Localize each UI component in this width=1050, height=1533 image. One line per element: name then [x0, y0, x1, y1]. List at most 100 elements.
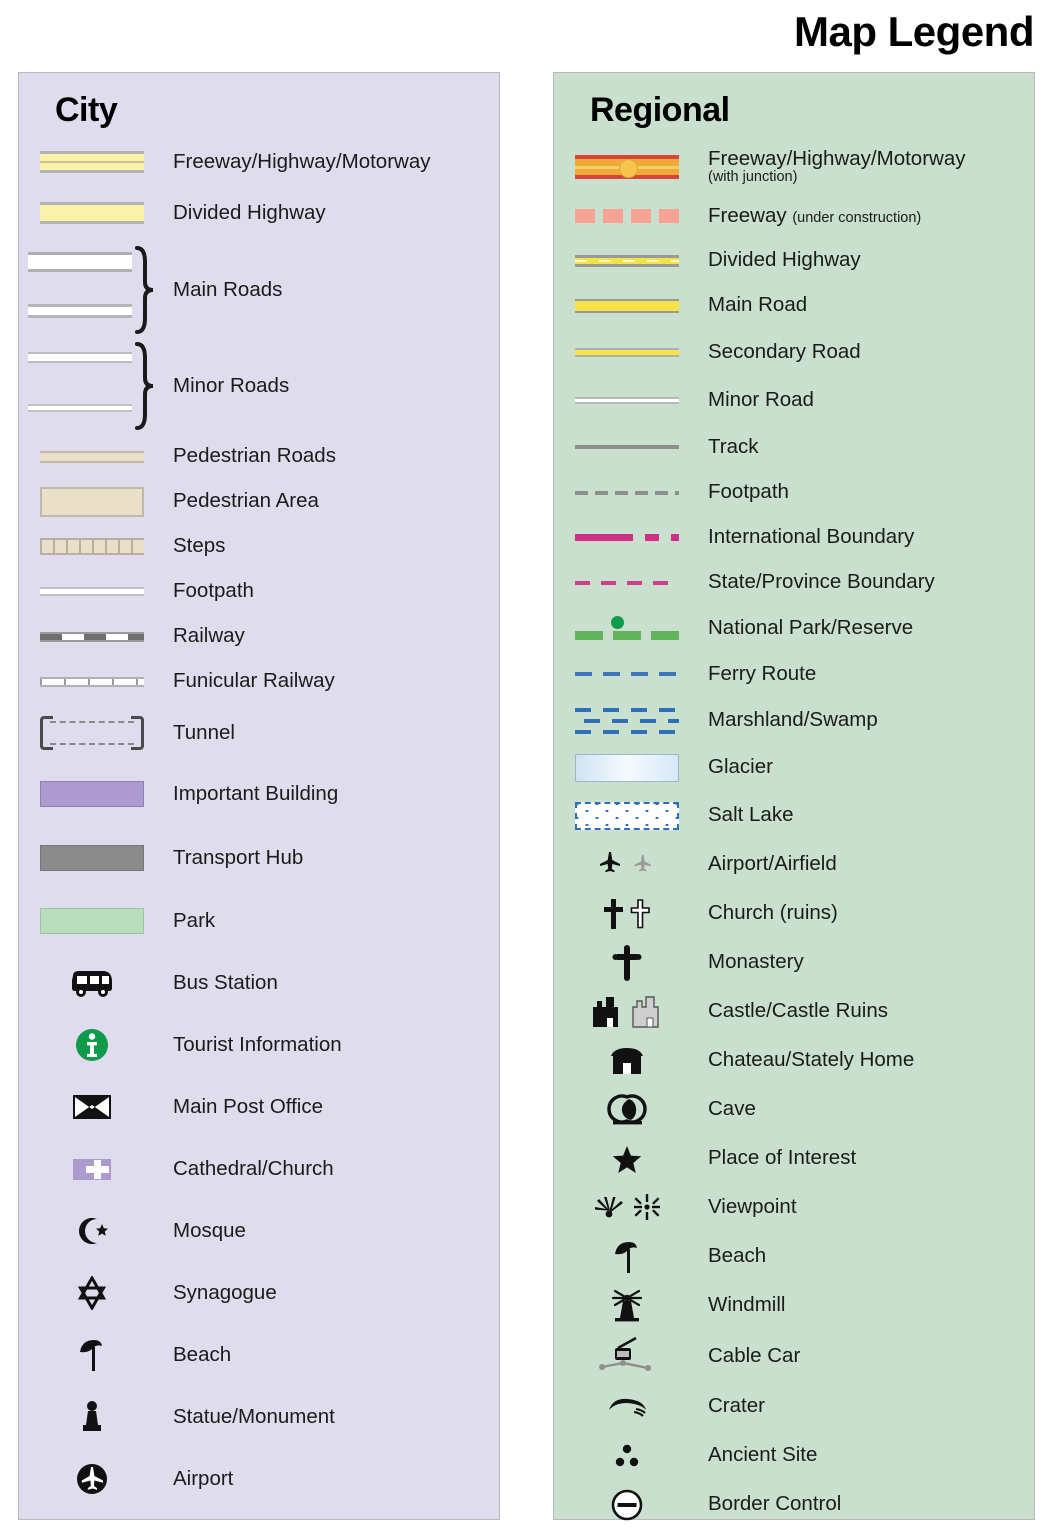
legend-item-freeway[interactable]: Freeway/Highway/Motorway [19, 140, 499, 184]
cable-car-icon [554, 1336, 700, 1376]
legend-item-pedestrian-roads[interactable]: Pedestrian Roads [19, 434, 499, 479]
legend-item-railway[interactable]: Railway [19, 614, 499, 659]
legend-label: Ancient Site [708, 1443, 818, 1467]
legend-item-ferry-route[interactable]: Ferry Route [554, 651, 1034, 697]
legend-item-mosque[interactable]: Mosque [19, 1200, 499, 1262]
main-roads-swatch-brace [19, 242, 165, 338]
legend-item-national-park[interactable]: National Park/Reserve [554, 605, 1034, 651]
legend-label: Divided Highway [708, 248, 861, 272]
legend-item-cave[interactable]: Cave [554, 1085, 1034, 1134]
legend-label-sub: (with junction) [708, 169, 798, 186]
legend-item-main-roads[interactable]: Main Roads [19, 242, 499, 338]
legend-label: Chateau/Stately Home [708, 1048, 915, 1072]
legend-label: Place of Interest [708, 1146, 857, 1170]
cross-block-icon [19, 1156, 165, 1182]
tunnel-swatch [19, 716, 165, 750]
legend-label: Mosque [173, 1218, 246, 1242]
monastery-cross-icon [554, 944, 700, 981]
legend-item-steps[interactable]: Steps [19, 524, 499, 569]
legend-item-regional-footpath[interactable]: Footpath [554, 470, 1034, 515]
national-park-swatch [554, 616, 700, 640]
star-icon [554, 1143, 700, 1175]
legend-item-salt-lake[interactable]: Salt Lake [554, 791, 1034, 840]
legend-item-freeway-junction[interactable]: Freeway/Highway/Motorway (with junction) [554, 140, 1034, 194]
legend-item-freeway-under-construction[interactable]: Freeway (under construction) [554, 194, 1034, 238]
legend-item-place-of-interest[interactable]: Place of Interest [554, 1134, 1034, 1183]
legend-item-state-boundary[interactable]: State/Province Boundary [554, 560, 1034, 605]
legend-label: Castle/Castle Ruins [708, 999, 889, 1023]
legend-item-monastery[interactable]: Monastery [554, 938, 1034, 987]
important-building-swatch [19, 781, 165, 807]
legend-item-main-road[interactable]: Main Road [554, 283, 1034, 328]
footpath-swatch [19, 587, 165, 596]
legend-label: Beach [173, 1342, 232, 1366]
castle-pair-icon [554, 995, 700, 1029]
legend-item-footpath[interactable]: Footpath [19, 569, 499, 614]
legend-item-international-boundary[interactable]: International Boundary [554, 515, 1034, 560]
legend-item-airport-airfield[interactable]: Airport/Airfield [554, 840, 1034, 889]
legend-item-cable-car[interactable]: Cable Car [554, 1330, 1034, 1382]
legend-item-ancient-site[interactable]: Ancient Site [554, 1431, 1034, 1480]
legend-item-minor-road[interactable]: Minor Road [554, 376, 1034, 424]
legend-item-statue-monument[interactable]: Statue/Monument [19, 1386, 499, 1448]
legend-item-beach[interactable]: Beach [19, 1324, 499, 1386]
star-of-david-icon [19, 1276, 165, 1310]
windmill-icon [554, 1288, 700, 1324]
legend-item-tunnel[interactable]: Tunnel [19, 704, 499, 762]
marshland-swatch [554, 706, 700, 736]
legend-item-border-control[interactable]: Border Control [554, 1480, 1034, 1529]
crescent-star-icon [19, 1215, 165, 1247]
legend-label: Crater [708, 1394, 765, 1418]
legend-label: Minor Road [708, 387, 814, 411]
legend-item-viewpoint[interactable]: Viewpoint [554, 1183, 1034, 1232]
transport-hub-swatch [19, 845, 165, 871]
legend-label: Monastery [708, 950, 804, 974]
legend-item-park[interactable]: Park [19, 890, 499, 952]
legend-item-important-building[interactable]: Important Building [19, 762, 499, 826]
legend-label: Important Building [173, 781, 339, 805]
legend-item-secondary-road[interactable]: Secondary Road [554, 328, 1034, 376]
legend-item-church-ruins[interactable]: Church (ruins) [554, 889, 1034, 938]
legend-item-track[interactable]: Track [554, 424, 1034, 470]
regional-legend-rows: Freeway/Highway/Motorway (with junction)… [554, 140, 1034, 1529]
legend-label: Synagogue [173, 1280, 277, 1304]
legend-item-minor-roads[interactable]: Minor Roads [19, 338, 499, 434]
legend-item-transport-hub[interactable]: Transport Hub [19, 826, 499, 890]
cave-icon [554, 1093, 700, 1126]
legend-item-funicular-railway[interactable]: Funicular Railway [19, 659, 499, 704]
statue-icon [19, 1399, 165, 1435]
legend-label: Cathedral/Church [173, 1156, 334, 1180]
legend-label: Airport/Airfield [708, 852, 837, 876]
legend-item-regional-divided-highway[interactable]: Divided Highway [554, 238, 1034, 283]
legend-item-regional-beach[interactable]: Beach [554, 1232, 1034, 1281]
airplane-circle-icon [19, 1461, 165, 1497]
legend-item-synagogue[interactable]: Synagogue [19, 1262, 499, 1324]
legend-label-inline: (under construction) [792, 209, 922, 226]
legend-item-castle-ruins[interactable]: Castle/Castle Ruins [554, 987, 1034, 1036]
pedestrian-road-swatch [19, 450, 165, 463]
minor-roads-swatch-brace [19, 338, 165, 434]
parasol-icon [554, 1239, 700, 1275]
legend-item-pedestrian-area[interactable]: Pedestrian Area [19, 479, 499, 524]
legend-label: Cable Car [708, 1343, 801, 1367]
legend-label: Cave [708, 1097, 756, 1121]
legend-item-divided-highway[interactable]: Divided Highway [19, 184, 499, 242]
legend-item-windmill[interactable]: Windmill [554, 1281, 1034, 1330]
footpath-swatch [554, 490, 700, 495]
viewpoint-pair-icon [554, 1193, 700, 1223]
legend-label: State/Province Boundary [708, 570, 935, 594]
city-legend-rows: Freeway/Highway/Motorway Divided Highway [19, 140, 499, 1510]
legend-item-marshland[interactable]: Marshland/Swamp [554, 697, 1034, 744]
legend-item-crater[interactable]: Crater [554, 1382, 1034, 1431]
information-icon [19, 1027, 165, 1063]
legend-label: Tunnel [173, 720, 235, 744]
legend-item-airport[interactable]: Airport [19, 1448, 499, 1510]
legend-item-bus-station[interactable]: Bus Station [19, 952, 499, 1014]
legend-item-main-post-office[interactable]: Main Post Office [19, 1076, 499, 1138]
legend-item-glacier[interactable]: Glacier [554, 744, 1034, 791]
legend-label: Funicular Railway [173, 669, 335, 693]
envelope-icon [19, 1094, 165, 1120]
legend-item-tourist-information[interactable]: Tourist Information [19, 1014, 499, 1076]
legend-item-cathedral-church[interactable]: Cathedral/Church [19, 1138, 499, 1200]
legend-item-chateau[interactable]: Chateau/Stately Home [554, 1036, 1034, 1085]
